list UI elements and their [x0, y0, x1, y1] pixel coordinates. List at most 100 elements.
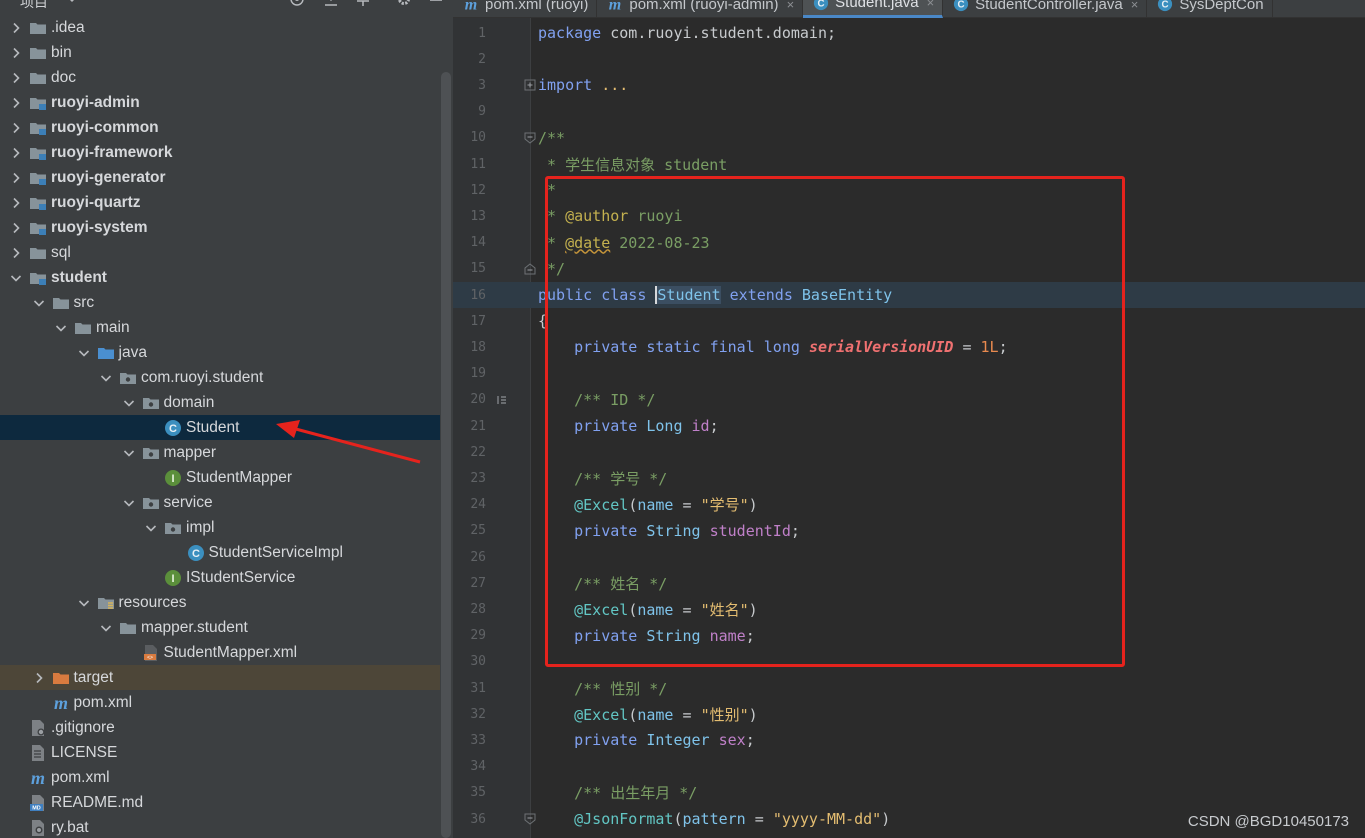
tree-item[interactable]: m pom.xml [0, 765, 440, 790]
editor-tab[interactable]: C StudentController.java × [943, 0, 1148, 18]
code-line[interactable]: 23 /** 学号 */ [453, 465, 1365, 491]
code-line[interactable]: 2 [453, 46, 1365, 72]
code-line[interactable]: 12 * [453, 177, 1365, 203]
chevron-down-icon[interactable] [123, 397, 135, 409]
code-line[interactable]: 28 @Excel(name = "姓名") [453, 596, 1365, 622]
minimize-icon[interactable] [428, 0, 444, 7]
editor-tab[interactable]: m pom.xml (ruoyi) [453, 0, 598, 18]
close-icon[interactable]: × [1131, 0, 1139, 12]
editor-tab[interactable]: C SysDeptCon [1147, 0, 1273, 18]
chevron-down-icon[interactable] [55, 322, 67, 334]
chevron-right-icon[interactable] [10, 122, 22, 134]
tree-item[interactable]: ruoyi-framework [0, 140, 440, 165]
code-line[interactable]: 3 import ... [453, 72, 1365, 98]
code-line[interactable]: 34 [453, 754, 1365, 780]
code-line[interactable]: 9 [453, 99, 1365, 125]
chevron-down-icon[interactable] [33, 297, 45, 309]
tree-item[interactable]: service [0, 490, 440, 515]
fold-marker-icon[interactable] [523, 131, 537, 145]
tree-item[interactable]: bin [0, 40, 440, 65]
tree-item[interactable]: I StudentMapper [0, 465, 440, 490]
code-line[interactable]: 18 private static final long serialVersi… [453, 334, 1365, 360]
tree-item[interactable]: mapper [0, 440, 440, 465]
code-line[interactable]: 19 [453, 361, 1365, 387]
code-line[interactable]: 29 private String name; [453, 623, 1365, 649]
code-line[interactable]: 25 private String studentId; [453, 518, 1365, 544]
tree-item[interactable]: m pom.xml [0, 690, 440, 715]
tree-item[interactable]: resources [0, 590, 440, 615]
tree-item[interactable]: I IStudentService [0, 565, 440, 590]
tree-item[interactable]: target [0, 665, 440, 690]
tree-item[interactable]: com.ruoyi.student [0, 365, 440, 390]
close-icon[interactable]: × [927, 0, 935, 10]
tree-item[interactable]: sql [0, 240, 440, 265]
implements-gutter-icon[interactable] [495, 393, 509, 407]
code-line[interactable]: 22 [453, 439, 1365, 465]
tree-item[interactable]: impl [0, 515, 440, 540]
tree-item[interactable]: ruoyi-common [0, 115, 440, 140]
code-line[interactable]: 35 /** 出生年月 */ [453, 780, 1365, 806]
tree-item[interactable]: ruoyi-admin [0, 90, 440, 115]
code-line[interactable]: 21 private Long id; [453, 413, 1365, 439]
chevron-right-icon[interactable] [10, 72, 22, 84]
chevron-right-icon[interactable] [10, 97, 22, 109]
chevron-down-icon[interactable] [10, 272, 22, 284]
locate-icon[interactable] [289, 0, 305, 7]
close-icon[interactable]: × [787, 0, 795, 12]
project-pane-title[interactable]: 项目 [20, 0, 48, 12]
fold-marker-icon[interactable] [523, 262, 537, 276]
code-line[interactable]: 15 */ [453, 256, 1365, 282]
chevron-down-icon[interactable] [145, 522, 157, 534]
code-line[interactable]: 33 private Integer sex; [453, 727, 1365, 753]
tree-item[interactable]: doc [0, 65, 440, 90]
code-line[interactable]: 17 { [453, 308, 1365, 334]
chevron-right-icon[interactable] [10, 197, 22, 209]
chevron-down-icon[interactable] [78, 347, 90, 359]
code-line[interactable]: 1 package com.ruoyi.student.domain; [453, 20, 1365, 46]
fold-marker-icon[interactable] [523, 812, 537, 826]
chevron-right-icon[interactable] [10, 47, 22, 59]
tree-item[interactable]: C StudentServiceImpl [0, 540, 440, 565]
tree-item[interactable]: main [0, 315, 440, 340]
chevron-down-icon[interactable] [78, 597, 90, 609]
code-line[interactable]: 13 * @author ruoyi [453, 203, 1365, 229]
tree-item[interactable]: student [0, 265, 440, 290]
tree-item[interactable]: domain [0, 390, 440, 415]
code-line[interactable]: 20 /** ID */ [453, 387, 1365, 413]
chevron-down-icon[interactable] [123, 447, 135, 459]
tree-item[interactable]: C Student [0, 415, 440, 440]
code-line[interactable]: 30 [453, 649, 1365, 675]
code-line[interactable]: 31 /** 性别 */ [453, 675, 1365, 701]
collapse-all-icon[interactable] [323, 0, 339, 7]
chevron-right-icon[interactable] [33, 672, 45, 684]
code-line[interactable]: 32 @Excel(name = "性别") [453, 701, 1365, 727]
tree-item[interactable]: ry.bat [0, 815, 440, 838]
code-line[interactable]: 10 /** [453, 125, 1365, 151]
tree-item[interactable]: ruoyi-quartz [0, 190, 440, 215]
chevron-down-icon[interactable] [123, 497, 135, 509]
chevron-right-icon[interactable] [10, 222, 22, 234]
tree-item[interactable]: .idea [0, 15, 440, 40]
chevron-down-icon[interactable] [100, 622, 112, 634]
chevron-right-icon[interactable] [10, 22, 22, 34]
tree-item[interactable]: ruoyi-generator [0, 165, 440, 190]
chevron-right-icon[interactable] [10, 172, 22, 184]
code-line[interactable]: 14 * @date 2022-08-23 [453, 230, 1365, 256]
code-line[interactable]: 27 /** 姓名 */ [453, 570, 1365, 596]
tree-item[interactable]: <> StudentMapper.xml [0, 640, 440, 665]
dropdown-arrow-icon[interactable] [64, 0, 80, 7]
code-line[interactable]: 11 * 学生信息对象 student [453, 151, 1365, 177]
tree-item[interactable]: LICENSE [0, 740, 440, 765]
settings-icon[interactable] [396, 0, 412, 7]
tree-item[interactable]: java [0, 340, 440, 365]
tree-item[interactable]: MD README.md [0, 790, 440, 815]
chevron-down-icon[interactable] [100, 372, 112, 384]
chevron-right-icon[interactable] [10, 147, 22, 159]
editor-tab[interactable]: C Student.java × [803, 0, 944, 18]
tree-item[interactable]: mapper.student [0, 615, 440, 640]
fold-marker-icon[interactable] [523, 78, 537, 92]
code-line[interactable]: 26 [453, 544, 1365, 570]
tree-item[interactable]: .gitignore [0, 715, 440, 740]
project-scrollbar[interactable] [441, 72, 451, 838]
code-line[interactable]: 16 public class Student extends BaseEntit… [453, 282, 1365, 308]
